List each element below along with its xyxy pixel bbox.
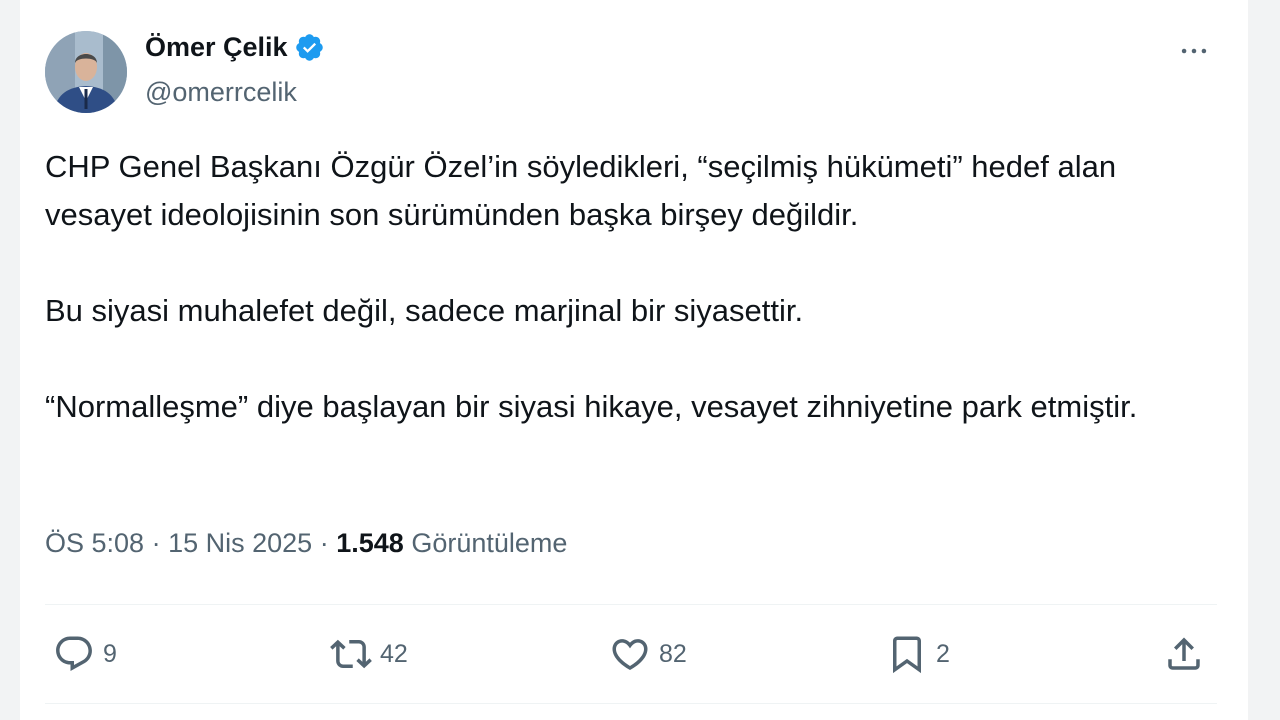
- meta-separator: ·: [319, 528, 329, 558]
- reply-button[interactable]: 9: [53, 632, 117, 676]
- retweet-icon: [330, 633, 372, 675]
- like-count: 82: [659, 639, 687, 668]
- author-handle[interactable]: @omerrcelik: [145, 77, 297, 108]
- views-label: Görüntüleme: [411, 528, 568, 558]
- meta-separator: ·: [151, 528, 161, 558]
- avatar-image: [45, 31, 127, 113]
- retweet-button[interactable]: 42: [330, 632, 408, 676]
- avatar[interactable]: [45, 31, 127, 113]
- views-count: 1.548: [336, 528, 404, 558]
- divider: [45, 703, 1217, 704]
- heart-icon: [609, 633, 651, 675]
- verified-badge-icon: [294, 32, 325, 63]
- reply-count: 9: [103, 639, 117, 668]
- tweet-paragraph: CHP Genel Başkanı Özgür Özel’in söyledik…: [45, 149, 1117, 232]
- tweet-time[interactable]: ÖS 5:08: [45, 528, 144, 558]
- retweet-count: 42: [380, 639, 408, 668]
- tweet-text: CHP Genel Başkanı Özgür Özel’in söyledik…: [45, 143, 1220, 431]
- bookmark-count: 2: [936, 639, 950, 668]
- more-dots-icon: [1181, 48, 1207, 54]
- bookmark-button[interactable]: 2: [886, 632, 950, 676]
- share-icon: [1163, 633, 1205, 675]
- author-name-row[interactable]: Ömer Çelik: [145, 32, 325, 63]
- tweet-meta: ÖS 5:08 · 15 Nis 2025 · 1.548 Görüntülem…: [45, 528, 567, 559]
- like-button[interactable]: 82: [609, 632, 687, 676]
- divider: [45, 604, 1217, 605]
- tweet-card: Ömer Çelik @omerrcelik CHP Genel Başkanı…: [20, 0, 1248, 720]
- reply-icon: [53, 633, 95, 675]
- author-name[interactable]: Ömer Çelik: [145, 32, 288, 63]
- tweet-paragraph: “Normalleşme” diye başlayan bir siyasi h…: [45, 389, 1138, 424]
- more-options-button[interactable]: [1172, 34, 1216, 68]
- tweet-date[interactable]: 15 Nis 2025: [168, 528, 312, 558]
- share-button[interactable]: [1163, 632, 1205, 676]
- bookmark-icon: [886, 633, 928, 675]
- tweet-paragraph: Bu siyasi muhalefet değil, sadece marjin…: [45, 293, 804, 328]
